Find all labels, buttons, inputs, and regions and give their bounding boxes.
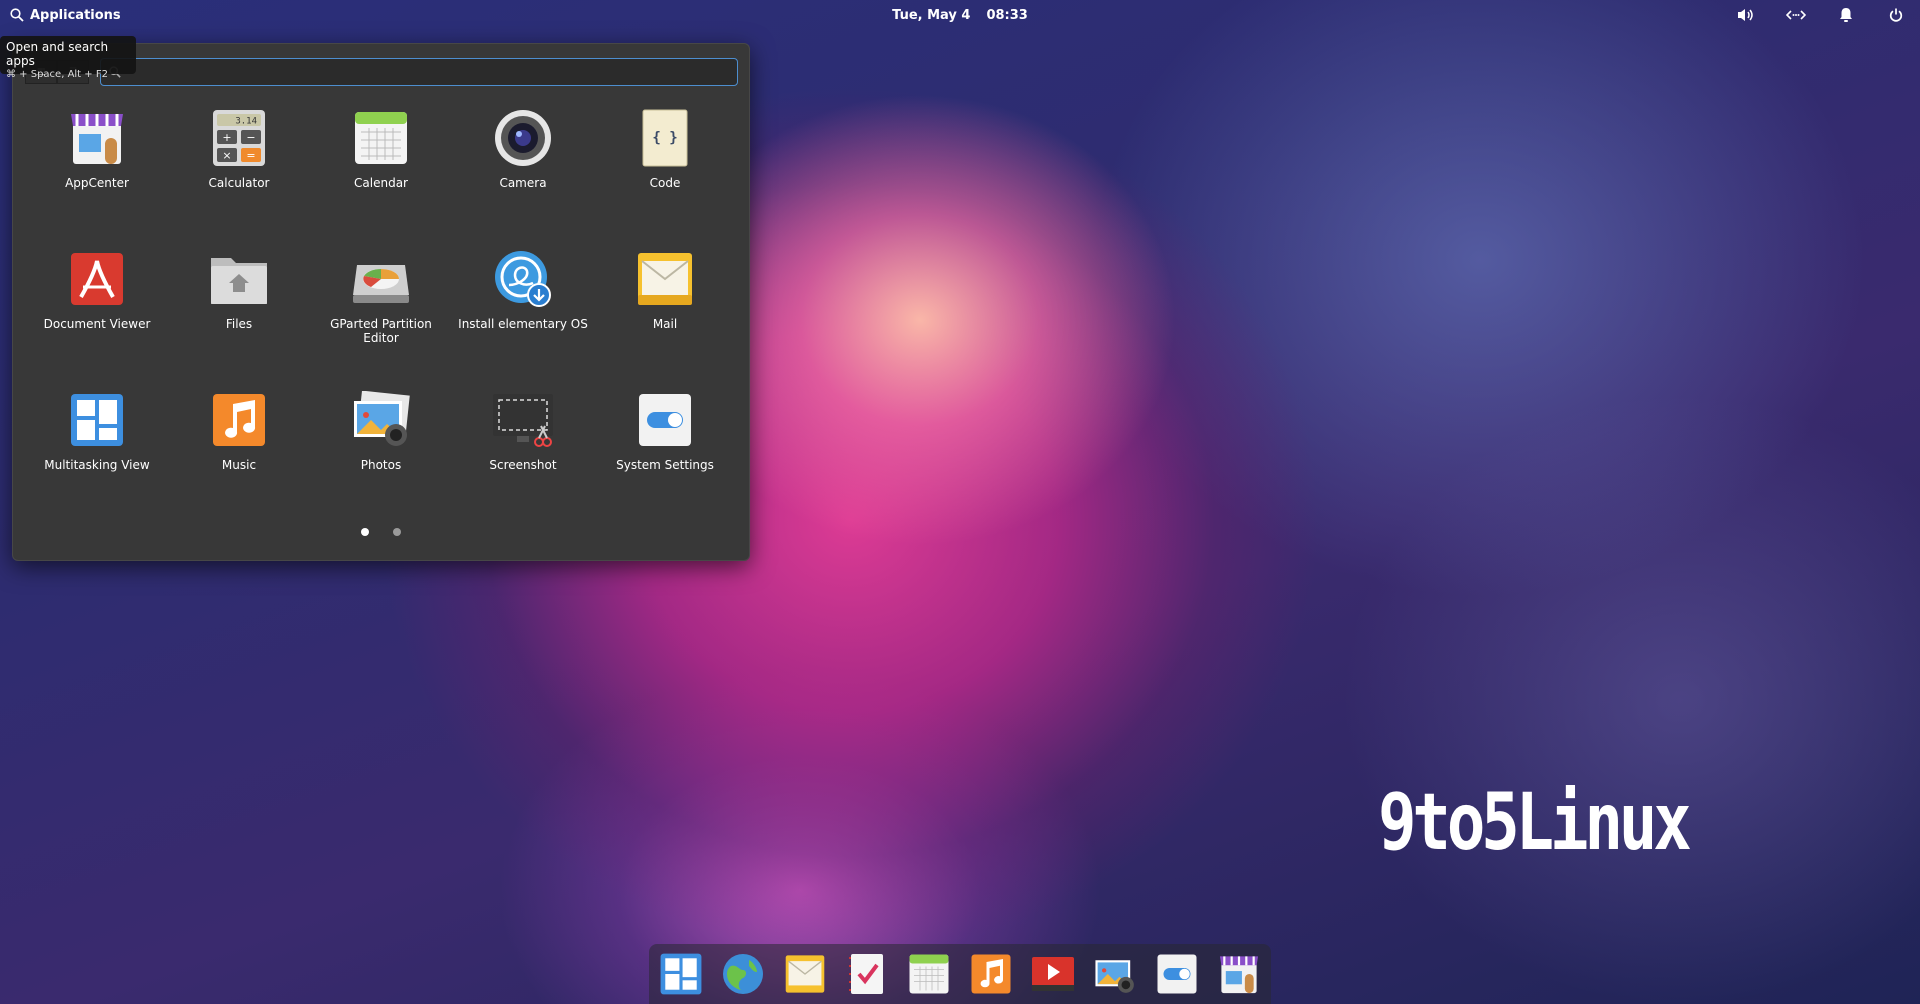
network-icon[interactable] [1786,5,1806,25]
app-label: Install elementary OS [458,317,588,331]
dock-calendar-icon[interactable] [903,948,955,1000]
app-camera[interactable]: Camera [452,106,594,247]
top-panel: Applications Tue, May 4 08:33 [0,0,1920,30]
search-icon [10,8,24,22]
page-dot-2[interactable] [393,528,401,536]
app-multitasking-view[interactable]: Multitasking View [26,388,168,529]
app-label: Files [225,317,253,331]
app-label: System Settings [616,458,714,472]
calculator-icon: 3.14 + − × = [207,106,271,170]
time-label[interactable]: 08:33 [986,8,1027,23]
app-label: AppCenter [65,176,129,190]
app-system-settings[interactable]: System Settings [594,388,736,529]
dock-mail-icon[interactable] [779,948,831,1000]
volume-icon[interactable] [1736,5,1756,25]
app-label: Music [221,458,257,472]
appcenter-icon [65,106,129,170]
applications-tooltip: Open and search apps ⌘ + Space, Alt + F2 [0,36,136,80]
app-calculator[interactable]: 3.14 + − × = Calculator [168,106,310,247]
power-icon[interactable] [1886,5,1906,25]
tooltip-title: Open and search apps [6,40,109,68]
svg-text:−: − [246,131,255,144]
camera-icon [491,106,555,170]
document-viewer-icon [65,247,129,311]
app-code[interactable]: { } Code [594,106,736,247]
app-label: Photos [360,458,402,472]
app-label: Screenshot [489,458,557,472]
system-indicators [1736,0,1906,30]
notifications-icon[interactable] [1836,5,1856,25]
gparted-icon [349,247,413,311]
calculator-display: 3.14 [235,117,257,127]
date-label[interactable]: Tue, May 4 [892,8,970,23]
app-label: Calendar [354,176,408,190]
watermark-logo: 9to5Linux [1378,778,1692,868]
app-gparted[interactable]: GParted Partition Editor [310,247,452,388]
search-input[interactable] [127,63,737,81]
dock-music-icon[interactable] [965,948,1017,1000]
dock [649,944,1271,1004]
svg-text:×: × [222,149,231,162]
page-dot-1[interactable] [361,528,369,536]
app-label: Multitasking View [44,458,150,472]
files-icon [207,247,271,311]
app-label: Code [649,176,681,190]
dock-web-browser-icon[interactable] [717,948,769,1000]
dock-photos-icon[interactable] [1089,948,1141,1000]
app-document-viewer[interactable]: Document Viewer [26,247,168,388]
multitasking-icon [65,388,129,452]
app-mail[interactable]: Mail [594,247,736,388]
applications-menu-button[interactable]: Applications [10,0,121,30]
app-label: Document Viewer [43,317,151,331]
app-grid: AppCenter 3.14 + − × = Calculator Calendar C… [13,106,762,529]
dock-videos-icon[interactable] [1027,948,1079,1000]
photos-icon [349,388,413,452]
svg-text:+: + [222,131,231,144]
app-label: Camera [499,176,547,190]
tooltip-shortcut: ⌘ + Space, Alt + F2 [6,69,108,80]
music-icon [207,388,271,452]
app-files[interactable]: Files [168,247,310,388]
applications-launcher: ▦ ☰ AppCenter 3.14+−×= Calculator Calend… [12,43,750,561]
app-calendar[interactable]: Calendar [310,106,452,247]
search-field[interactable] [100,58,738,86]
mail-icon [633,247,697,311]
page-indicator [13,528,749,536]
app-label: Mail [652,317,678,331]
code-icon: { } [633,106,697,170]
applications-label: Applications [30,7,121,23]
datetime-indicator: Tue, May 4 08:33 [0,0,1920,30]
app-screenshot[interactable]: Screenshot [452,388,594,529]
dock-settings-icon[interactable] [1151,948,1203,1000]
app-label: GParted Partition Editor [330,317,432,345]
settings-icon [633,388,697,452]
svg-text:=: = [246,149,255,162]
app-music[interactable]: Music [168,388,310,529]
dock-appcenter-icon[interactable] [1213,948,1265,1000]
app-appcenter[interactable]: AppCenter [26,106,168,247]
screenshot-icon [491,388,555,452]
app-install-elementary-os[interactable]: Install elementary OS [452,247,594,388]
app-label: Calculator [208,176,270,190]
calendar-icon [349,106,413,170]
app-photos[interactable]: Photos [310,388,452,529]
installer-icon [491,247,555,311]
code-glyph: { } [652,130,677,146]
dock-multitasking-icon[interactable] [655,948,707,1000]
dock-tasks-icon[interactable] [841,948,893,1000]
